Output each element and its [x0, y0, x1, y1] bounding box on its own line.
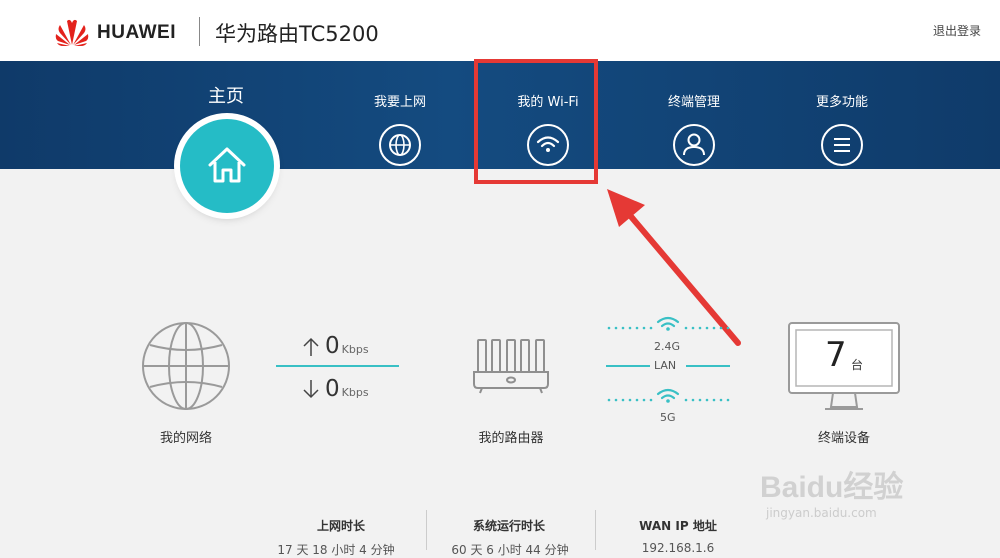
globe-icon: [379, 124, 421, 166]
huawei-logo: [55, 19, 89, 46]
speed-divider: [276, 365, 399, 367]
download-arrow-icon: [303, 380, 319, 399]
devices-label: 终端设备: [817, 431, 870, 446]
nav-item-label: 我要上网: [373, 95, 426, 110]
user-icon: [673, 124, 715, 166]
nav-item-internet[interactable]: 我要上网: [340, 95, 460, 167]
baidu-watermark: Baidu经验: [760, 471, 904, 504]
nav-item-device-management[interactable]: 终端管理: [634, 95, 754, 167]
upload-speed-unit: Kbps: [341, 343, 369, 356]
download-speed-unit: Kbps: [341, 386, 369, 399]
nav-item-label: 更多功能: [815, 95, 868, 110]
baidu-watermark-url: jingyan.baidu.com: [766, 506, 877, 520]
upload-arrow-icon: [303, 337, 319, 356]
logout-link[interactable]: 退出登录: [933, 22, 981, 39]
header-divider: [199, 17, 200, 46]
brand-name: HUAWEI: [97, 22, 176, 43]
info-divider: [426, 510, 427, 550]
nav-item-more-functions[interactable]: 更多功能: [782, 95, 902, 167]
download-speed-value: 0: [325, 376, 340, 402]
upload-speed: 0 Kbps: [325, 333, 369, 359]
wan-ip-value: 192.168.1.6: [641, 541, 715, 555]
home-icon: [208, 147, 246, 183]
upload-speed-value: 0: [325, 333, 340, 359]
highlight-box: [474, 59, 598, 184]
network-globe-icon[interactable]: [140, 320, 232, 412]
device-count: 7: [825, 335, 847, 375]
uptime-title: 系统运行时长: [472, 519, 545, 533]
online-duration-title: 上网时长: [316, 519, 365, 533]
band-5g-label: 5G: [660, 411, 676, 424]
home-button[interactable]: [180, 119, 274, 213]
menu-icon: [821, 124, 863, 166]
band-24g-label: 2.4G: [654, 340, 681, 353]
router-model-title: 华为路由TC5200: [215, 22, 379, 46]
my-router-label: 我的路由器: [478, 431, 544, 446]
nav-home-label: 主页: [208, 86, 244, 107]
info-divider: [595, 510, 596, 550]
router-icon[interactable]: [470, 336, 552, 394]
top-bar: HUAWEI 华为路由TC5200 退出登录: [0, 0, 1000, 61]
nav-item-label: 终端管理: [667, 95, 720, 110]
wan-ip-title: WAN IP 地址: [639, 519, 717, 533]
lan-label: LAN: [654, 359, 677, 372]
device-count-unit: 台: [851, 358, 864, 372]
my-network-label: 我的网络: [159, 431, 212, 446]
download-speed: 0 Kbps: [325, 376, 369, 402]
